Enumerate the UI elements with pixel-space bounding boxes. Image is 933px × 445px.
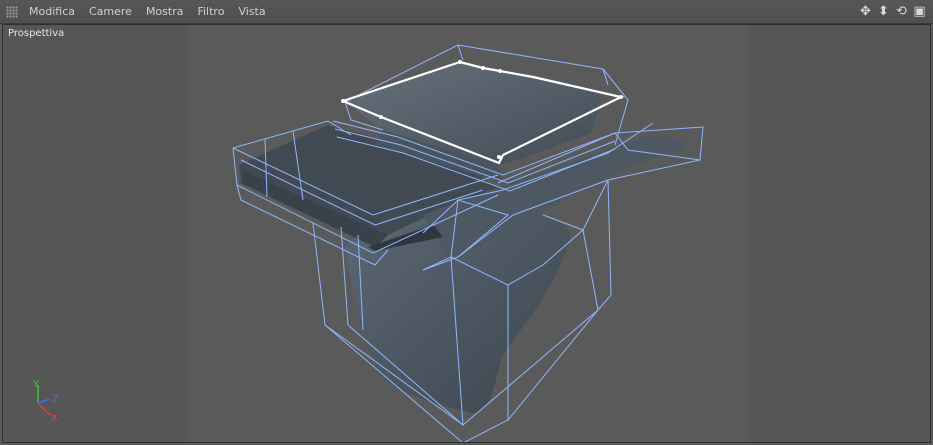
menu-modifica[interactable]: Modifica xyxy=(22,0,82,24)
scene-canvas[interactable]: Y Z X xyxy=(3,25,931,443)
grip-icon[interactable] xyxy=(6,6,18,18)
navigation-icons: ✥ ⬍ ⟲ ▣ xyxy=(858,4,927,19)
cinema4d-window: Modifica Camere Mostra Filtro Vista ✥ ⬍ … xyxy=(0,0,933,445)
axis-gizmo: Y Z X xyxy=(32,379,59,424)
menu-mostra[interactable]: Mostra xyxy=(139,0,191,24)
dolly-icon[interactable]: ⬍ xyxy=(876,4,891,19)
move-icon[interactable]: ✥ xyxy=(858,4,873,19)
z-axis-line xyxy=(37,398,51,404)
z-axis-label: Z xyxy=(52,394,59,405)
x-axis-line xyxy=(37,402,51,416)
menu-filtro[interactable]: Filtro xyxy=(190,0,231,24)
y-axis-label: Y xyxy=(32,379,40,390)
perspective-viewport[interactable]: Prospettiva Y Z X xyxy=(2,24,931,443)
x-axis-label: X xyxy=(51,413,58,424)
menu-camere[interactable]: Camere xyxy=(82,0,139,24)
rotate-icon[interactable]: ⟲ xyxy=(894,4,909,19)
viewport-menubar: Modifica Camere Mostra Filtro Vista ✥ ⬍ … xyxy=(0,0,933,24)
viewport-menu: Modifica Camere Mostra Filtro Vista xyxy=(22,0,273,24)
maximize-icon[interactable]: ▣ xyxy=(912,4,927,19)
menu-vista[interactable]: Vista xyxy=(231,0,272,24)
